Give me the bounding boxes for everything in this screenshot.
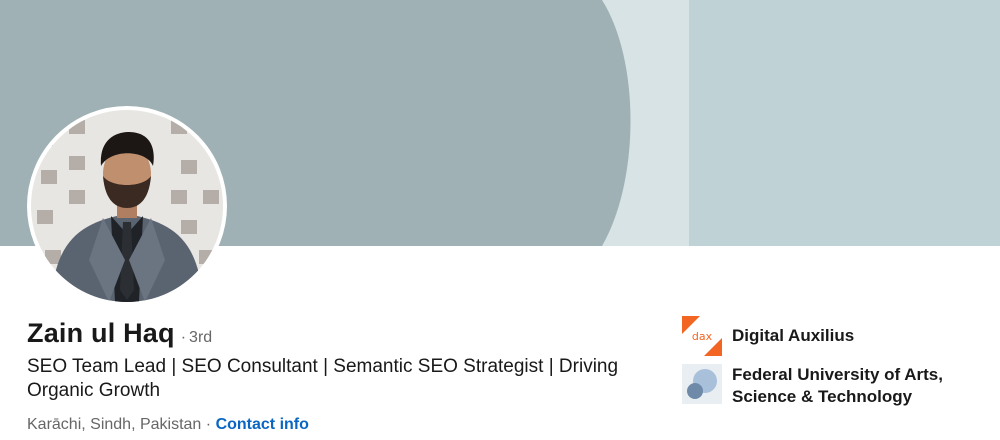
- org-item-digital-auxilius[interactable]: dax Digital Auxilius: [682, 316, 982, 356]
- profile-location: Karāchi, Sindh, Pakistan: [27, 416, 202, 433]
- profile-photo[interactable]: [27, 106, 227, 306]
- name-row: Zain ul Haq · 3rd: [27, 318, 212, 349]
- location-row: Karāchi, Sindh, Pakistan · Contact info: [27, 416, 309, 434]
- organizations-list: dax Digital Auxilius Federal University …: [682, 316, 982, 416]
- profile-name: Zain ul Haq: [27, 318, 175, 348]
- connection-degree: · 3rd: [181, 329, 212, 347]
- org-item-federal-university[interactable]: Federal University of Arts, Science & Te…: [682, 364, 982, 408]
- profile-headline: SEO Team Lead | SEO Consultant | Semanti…: [27, 356, 619, 401]
- degree-label: 3rd: [189, 329, 213, 346]
- dax-logo-text: dax: [692, 330, 713, 343]
- digital-auxilius-logo: dax: [682, 316, 722, 356]
- org-name: Federal University of Arts, Science & Te…: [732, 365, 943, 406]
- contact-info-link[interactable]: Contact info: [216, 416, 309, 433]
- federal-university-logo: [682, 364, 722, 404]
- org-name: Digital Auxilius: [732, 326, 855, 345]
- separator-dot: ·: [180, 329, 187, 346]
- separator-dot: ·: [205, 416, 216, 433]
